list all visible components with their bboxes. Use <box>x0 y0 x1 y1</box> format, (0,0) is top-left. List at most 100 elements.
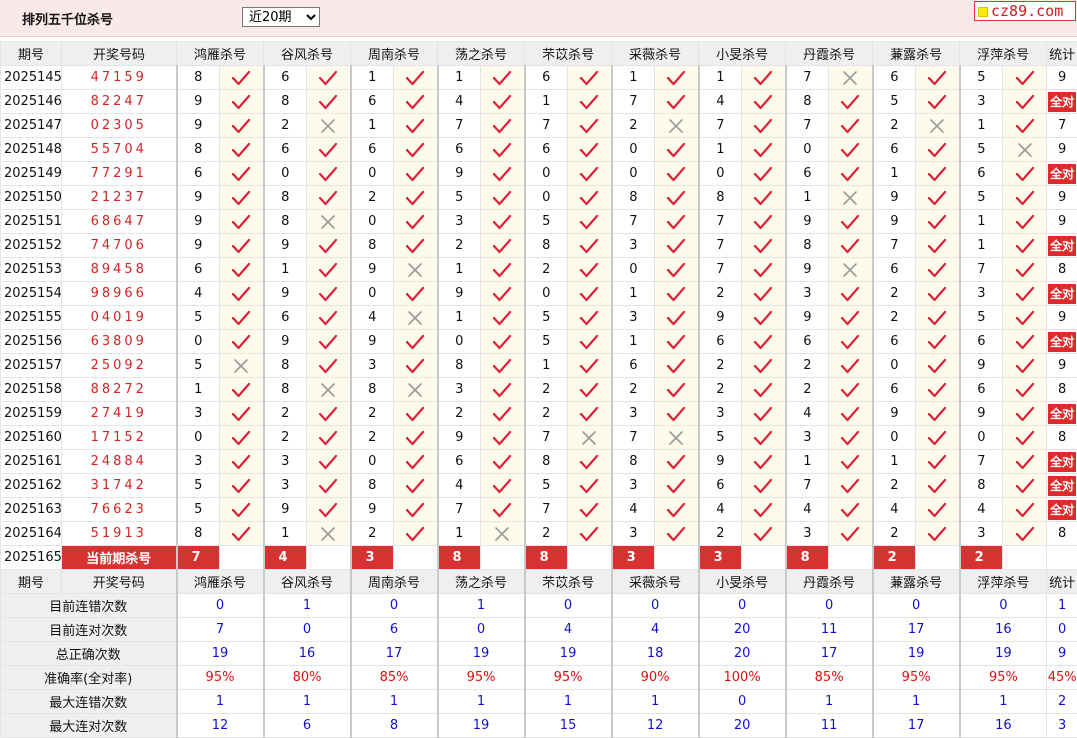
kill-number-cell: 7 <box>699 234 742 258</box>
check-icon <box>317 93 339 111</box>
col-expert-header: 周南杀号 <box>351 42 438 66</box>
result-cell <box>481 522 525 546</box>
check-icon <box>752 117 774 135</box>
kill-number-cell: 3 <box>612 234 655 258</box>
check-icon <box>230 333 252 351</box>
col-expert-header: 芣苡杀号 <box>525 42 612 66</box>
period-cell: 2025156 <box>1 330 62 354</box>
result-cell <box>742 474 786 498</box>
check-icon <box>839 309 861 327</box>
check-icon <box>491 237 513 255</box>
period-cell: 2025160 <box>1 426 62 450</box>
summary-value: 0 <box>960 594 1047 618</box>
period-cell: 2025164 <box>1 522 62 546</box>
result-cell <box>655 90 699 114</box>
result-cell <box>829 282 873 306</box>
summary-value: 17 <box>873 618 960 642</box>
check-icon <box>404 165 426 183</box>
result-cell <box>568 498 612 522</box>
result-cell <box>307 354 351 378</box>
kill-number-cell: 0 <box>525 282 568 306</box>
site-logo[interactable]: cz89.com <box>974 1 1076 21</box>
result-cell <box>742 258 786 282</box>
kill-number-cell: 4 <box>873 498 916 522</box>
kill-number-cell: 0 <box>351 282 394 306</box>
check-icon <box>752 213 774 231</box>
draw-number-cell: 63809 <box>62 330 177 354</box>
summary-value: 1 <box>351 690 438 714</box>
table-row: 20251572509258381622099 <box>1 354 1077 378</box>
result-cell <box>742 354 786 378</box>
result-cell <box>916 426 960 450</box>
kill-number-cell: 8 <box>264 210 307 234</box>
kill-number-cell: 3 <box>438 210 481 234</box>
summary-row: 目前连对次数706044201117160 <box>1 618 1077 642</box>
check-icon <box>839 141 861 159</box>
summary-value: 12 <box>177 714 264 738</box>
result-cell <box>742 234 786 258</box>
check-icon <box>752 285 774 303</box>
result-cell <box>307 474 351 498</box>
result-cell <box>220 354 264 378</box>
draw-number-cell: 76623 <box>62 498 177 522</box>
check-icon <box>926 309 948 327</box>
kill-number-cell: 9 <box>351 258 394 282</box>
check-icon <box>317 333 339 351</box>
check-icon <box>926 93 948 111</box>
result-cell <box>916 354 960 378</box>
result-cell <box>220 90 264 114</box>
summary-value: 0 <box>612 594 699 618</box>
kill-number-cell: 1 <box>264 258 307 282</box>
check-icon <box>404 501 426 519</box>
kill-number-cell: 0 <box>525 162 568 186</box>
check-icon <box>1014 453 1036 471</box>
result-cell <box>829 306 873 330</box>
result-cell <box>568 282 612 306</box>
kill-number-cell: 3 <box>960 90 1003 114</box>
kill-number-cell: 9 <box>177 114 220 138</box>
current-kill-number: 4 <box>264 546 307 570</box>
summary-value: 1 <box>177 690 264 714</box>
kill-number-cell: 2 <box>264 114 307 138</box>
summary-value: 1 <box>612 690 699 714</box>
summary-value: 19 <box>873 642 960 666</box>
summary-value: 0 <box>264 618 351 642</box>
table-row: 20251454715986116117659 <box>1 66 1077 90</box>
check-icon <box>752 261 774 279</box>
result-cell <box>307 330 351 354</box>
check-icon <box>665 69 687 87</box>
result-cell <box>307 66 351 90</box>
kill-number-cell: 3 <box>786 426 829 450</box>
range-select[interactable]: 近20期 <box>242 7 320 27</box>
summary-value: 6 <box>264 714 351 738</box>
check-icon <box>665 213 687 231</box>
result-cell <box>655 210 699 234</box>
check-icon <box>491 69 513 87</box>
kill-number-cell: 2 <box>438 402 481 426</box>
check-icon <box>317 69 339 87</box>
summary-value: 95% <box>873 666 960 690</box>
col-period-header: 期号 <box>1 570 62 594</box>
result-cell <box>655 354 699 378</box>
kill-number-cell: 6 <box>177 258 220 282</box>
check-icon <box>926 429 948 447</box>
kill-number-cell: 5 <box>525 474 568 498</box>
kill-number-cell: 7 <box>438 498 481 522</box>
check-icon <box>317 453 339 471</box>
summary-row: 最大连错次数11111101112 <box>1 690 1077 714</box>
empty-cell <box>1047 546 1077 570</box>
result-cell <box>307 522 351 546</box>
check-icon <box>926 189 948 207</box>
current-kill-number: 7 <box>177 546 220 570</box>
stat-cell: 全对 <box>1047 402 1077 426</box>
stat-cell: 全对 <box>1047 90 1077 114</box>
cross-icon <box>317 381 339 399</box>
result-cell <box>742 522 786 546</box>
check-icon <box>752 501 774 519</box>
table-row: 20251502123798250881959 <box>1 186 1077 210</box>
kill-number-cell: 7 <box>960 450 1003 474</box>
summary-value: 0 <box>699 690 786 714</box>
result-cell <box>220 138 264 162</box>
check-icon <box>665 333 687 351</box>
check-icon <box>578 165 600 183</box>
